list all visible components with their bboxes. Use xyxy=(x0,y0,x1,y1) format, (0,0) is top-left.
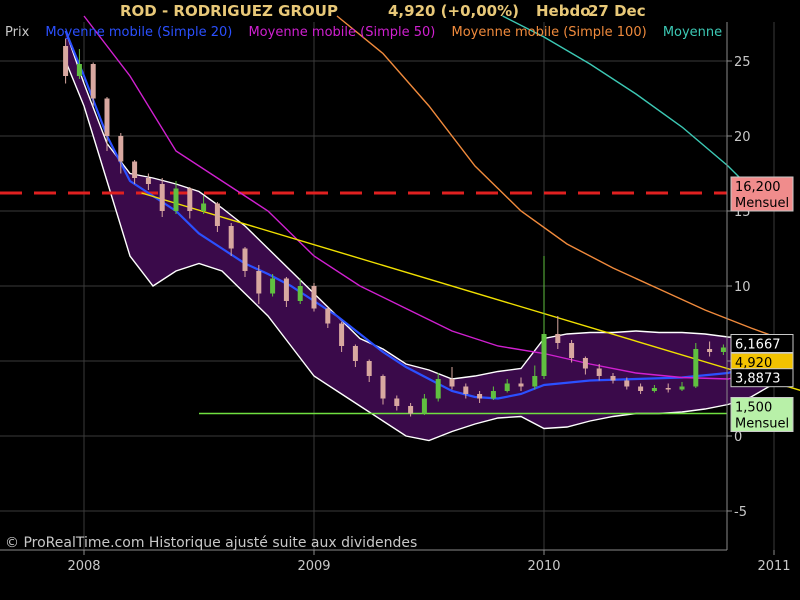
candle xyxy=(555,334,561,343)
candle xyxy=(582,358,588,369)
indicator-legend: Prix Moyenne mobile (Simple 20) Moyenne … xyxy=(5,24,727,42)
candle xyxy=(596,368,602,376)
legend-sma100[interactable]: Moyenne mobile (Simple 100) xyxy=(452,25,647,40)
candle xyxy=(283,278,289,301)
x-tick-label: 2008 xyxy=(67,559,100,574)
badge-label: 3,8873 xyxy=(735,372,781,387)
candle xyxy=(421,398,427,414)
candle xyxy=(145,178,151,184)
candle xyxy=(463,386,469,394)
chart-background xyxy=(0,22,800,600)
candle xyxy=(490,391,496,399)
candle xyxy=(311,286,317,309)
candle xyxy=(693,349,699,387)
candle xyxy=(201,203,207,211)
candle xyxy=(569,343,575,358)
candle xyxy=(449,379,455,387)
y-tick-label: 20 xyxy=(734,130,751,145)
candle xyxy=(214,203,220,226)
badge-label: Mensuel xyxy=(735,196,789,211)
x-tick-label: 2010 xyxy=(527,559,560,574)
candle xyxy=(707,349,713,352)
candle xyxy=(132,161,138,178)
candle xyxy=(297,286,303,301)
candle xyxy=(187,188,193,211)
legend-sma200[interactable]: Moyenne mobile (Simple 200) xyxy=(663,25,727,40)
candle xyxy=(118,136,124,162)
legend-sma20[interactable]: Moyenne mobile (Simple 20) xyxy=(45,25,232,40)
copyright-note: © ProRealTime.com Historique ajusté suit… xyxy=(5,535,418,551)
candle xyxy=(104,98,110,136)
candle xyxy=(76,64,82,76)
badge-label: 1,500 xyxy=(735,401,772,416)
candle xyxy=(518,383,524,387)
candle xyxy=(159,184,165,211)
candle xyxy=(256,271,262,294)
y-tick-label: 25 xyxy=(734,55,751,70)
candle xyxy=(651,388,657,391)
candle xyxy=(339,323,345,346)
candle xyxy=(624,380,630,387)
candle xyxy=(665,388,671,390)
candle xyxy=(325,308,331,324)
candle xyxy=(477,394,483,399)
x-tick-label: 2011 xyxy=(757,559,790,574)
candle xyxy=(408,406,414,414)
candle xyxy=(90,64,96,99)
candle xyxy=(679,386,685,390)
candle xyxy=(532,376,538,387)
candle xyxy=(270,278,276,294)
x-tick-label: 2009 xyxy=(297,559,330,574)
candle xyxy=(366,361,372,376)
candle xyxy=(541,334,547,376)
y-tick-label: 0 xyxy=(734,430,742,445)
badge-label: Mensuel xyxy=(735,417,789,432)
candle xyxy=(394,398,400,406)
legend-sma50[interactable]: Moyenne mobile (Simple 50) xyxy=(248,25,435,40)
candle xyxy=(720,347,726,352)
candle xyxy=(610,376,616,381)
candle xyxy=(228,226,234,249)
price-chart[interactable]: 252015100-52008 2009 2010 2011 16,200Mensue… xyxy=(0,0,800,600)
badge-label: 16,200 xyxy=(735,180,781,195)
badge-label: 6,1667 xyxy=(735,337,781,352)
candle xyxy=(380,376,386,399)
candle xyxy=(63,46,69,76)
candle xyxy=(504,383,510,391)
candle xyxy=(638,386,644,391)
y-tick-label: -5 xyxy=(734,505,747,520)
candle xyxy=(242,248,248,271)
candle xyxy=(352,346,358,361)
legend-price[interactable]: Prix xyxy=(5,25,29,40)
y-tick-label: 10 xyxy=(734,280,751,295)
candle xyxy=(435,379,441,399)
candle xyxy=(173,188,179,211)
